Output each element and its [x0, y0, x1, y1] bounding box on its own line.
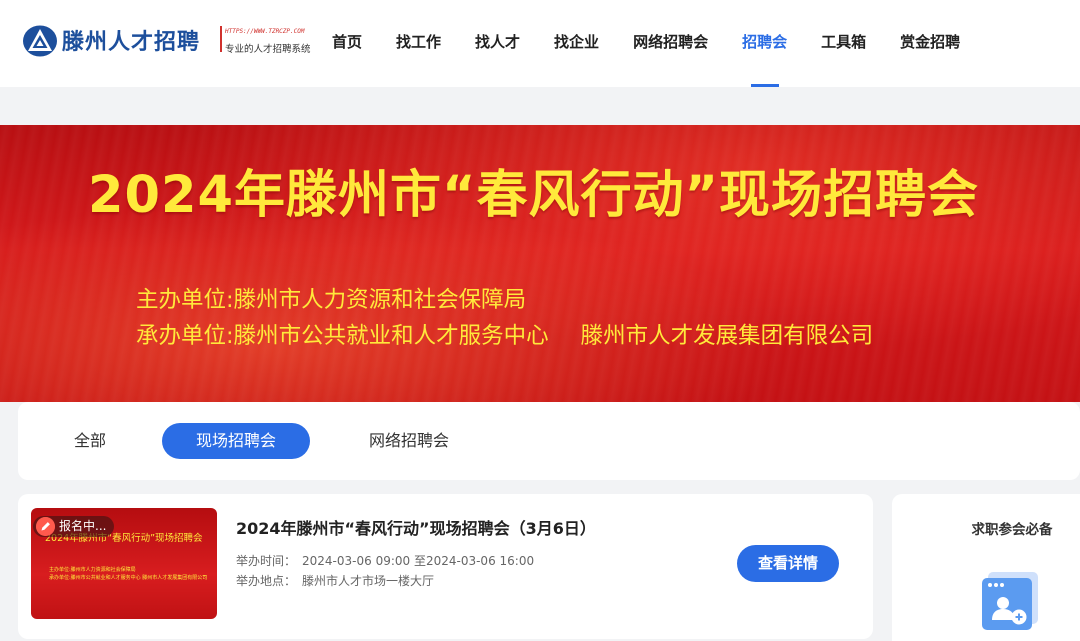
main-nav: 首页 找工作 找人才 找企业 网络招聘会 招聘会 工具箱 赏金招聘	[315, 0, 977, 87]
fair-place-label: 举办地点：	[236, 574, 297, 588]
nav-job-fair[interactable]: 招聘会	[725, 0, 804, 87]
nav-bounty-hiring[interactable]: 赏金招聘	[883, 0, 977, 87]
pen-icon	[36, 517, 55, 536]
fair-time: 举办时间： 2024-03-06 09:00 至2024-03-06 16:00	[236, 552, 534, 569]
nav-toolbox[interactable]: 工具箱	[804, 0, 883, 87]
logo-divider	[220, 26, 222, 52]
tab-online-fair[interactable]: 网络招聘会	[364, 423, 454, 459]
site-header: 滕州人才招聘 HTTPS://WWW.TZRCZP.COM 专业的人才招聘系统 …	[0, 0, 1080, 87]
banner-title: 2024年滕州市“春风行动”现场招聘会	[88, 166, 979, 225]
logo-mark-icon	[23, 25, 57, 57]
job-fair-banner: 2024年滕州市“春风行动”现场招聘会 主办单位:滕州市人力资源和社会保障局 承…	[0, 125, 1080, 402]
banner-host: 主办单位:滕州市人力资源和社会保障局	[136, 287, 527, 313]
user-add-window-icon[interactable]	[980, 568, 1044, 632]
fair-place-value: 滕州市人才市场一楼大厅	[302, 574, 435, 588]
status-badge-label: 报名中...	[59, 519, 107, 533]
site-logo[interactable]: 滕州人才招聘 HTTPS://WWW.TZRCZP.COM 专业的人才招聘系统	[22, 22, 312, 62]
fair-type-filter: 全部 现场招聘会 网络招聘会	[18, 402, 1080, 480]
fair-place: 举办地点： 滕州市人才市场一楼大厅	[236, 572, 434, 589]
nav-online-fair[interactable]: 网络招聘会	[616, 0, 725, 87]
nav-find-job[interactable]: 找工作	[379, 0, 458, 87]
status-badge: 报名中...	[33, 516, 115, 537]
banner-organizers: 承办单位:滕州市公共就业和人才服务中心 滕州市人才发展集团有限公司	[136, 318, 873, 350]
fair-time-value: 2024-03-06 09:00 至2024-03-06 16:00	[302, 554, 535, 568]
job-fair-card: 2024年滕州市“春风行动”现场招聘会 主办单位:滕州市人力资源和社会保障局 承…	[18, 494, 873, 639]
banner-organizer-b: 滕州市人才发展集团有限公司	[580, 323, 874, 349]
side-title: 求职参会必备	[971, 522, 1053, 538]
fair-thumbnail[interactable]: 2024年滕州市“春风行动”现场招聘会 主办单位:滕州市人力资源和社会保障局 承…	[31, 508, 217, 619]
logo-url: HTTPS://WWW.TZRCZP.COM	[225, 28, 305, 35]
logo-slogan: 专业的人才招聘系统	[225, 44, 311, 55]
nav-find-company[interactable]: 找企业	[537, 0, 616, 87]
tab-all[interactable]: 全部	[72, 423, 108, 459]
tab-onsite-fair[interactable]: 现场招聘会	[162, 423, 310, 459]
jobseeker-essentials-card: 求职参会必备	[892, 494, 1080, 641]
view-details-button[interactable]: 查看详情	[737, 545, 839, 582]
fair-time-label: 举办时间：	[236, 554, 297, 568]
thumb-organizer: 承办单位:滕州市公共就业和人才服务中心 滕州市人才发展集团有限公司	[49, 575, 208, 581]
banner-organizer-a: 承办单位:滕州市公共就业和人才服务中心	[136, 323, 549, 349]
logo-name: 滕州人才招聘	[62, 30, 201, 55]
fair-title[interactable]: 2024年滕州市“春风行动”现场招聘会（3月6日）	[236, 515, 596, 539]
nav-home[interactable]: 首页	[315, 0, 379, 87]
nav-find-talent[interactable]: 找人才	[458, 0, 537, 87]
thumb-host: 主办单位:滕州市人力资源和社会保障局	[49, 567, 136, 573]
